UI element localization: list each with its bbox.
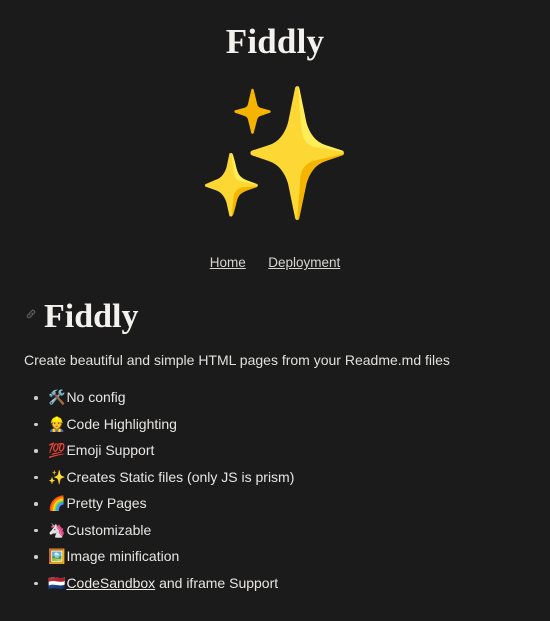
page-root: Fiddly ✨ Home Deployment Fiddly Create b… xyxy=(0,0,550,621)
site-nav: Home Deployment xyxy=(0,254,550,276)
list-item-label: Customizable xyxy=(66,521,152,538)
unicorn-emoji: 🦄 xyxy=(48,521,66,538)
list-item-label: Creates Static files (only JS is prism) xyxy=(66,468,295,485)
list-item: ✨ Creates Static files (only JS is prism… xyxy=(24,468,526,486)
list-item-label: Code Highlighting xyxy=(66,415,177,432)
list-item-suffix: and iframe Support xyxy=(155,574,279,591)
list-item: 👷 Code Highlighting xyxy=(24,415,526,433)
list-item-label: Emoji Support xyxy=(66,442,155,458)
site-header: Fiddly ✨ xyxy=(0,0,550,240)
feature-list: 🛠️ No config 👷 Code Highlighting 💯 Emoji… xyxy=(24,388,526,592)
netherlands-flag-emoji: 🇳🇱 xyxy=(48,574,66,591)
readme-content: Fiddly Create beautiful and simple HTML … xyxy=(0,276,550,592)
list-item: 🛠️ No config xyxy=(24,388,526,406)
list-item-label: Pretty Pages xyxy=(66,495,147,511)
list-item: 🖼️ Image minification xyxy=(24,547,526,565)
rainbow-emoji: 🌈 xyxy=(48,495,66,511)
list-item: 💯 Emoji Support xyxy=(24,441,526,459)
page-title: Fiddly xyxy=(44,298,139,335)
list-item: 🦄 Customizable xyxy=(24,521,526,539)
hundred-points-emoji: 💯 xyxy=(48,442,66,458)
heading-row: Fiddly xyxy=(24,298,526,336)
nav-link-home[interactable]: Home xyxy=(210,255,246,270)
list-item-label: CodeSandbox and iframe Support xyxy=(66,574,278,592)
list-item-label: Image minification xyxy=(66,548,180,564)
page-description: Create beautiful and simple HTML pages f… xyxy=(24,352,450,368)
nav-link-deployment[interactable]: Deployment xyxy=(268,255,340,270)
codesandbox-link[interactable]: CodeSandbox xyxy=(66,575,155,591)
sparkles-emoji: ✨ xyxy=(48,468,66,485)
hammer-and-wrench-emoji: 🛠️ xyxy=(48,389,66,405)
list-item-label: No config xyxy=(66,389,126,405)
list-item: 🇳🇱 CodeSandbox and iframe Support xyxy=(24,574,526,592)
site-title: Fiddly xyxy=(225,22,325,61)
construction-worker-emoji: 👷 xyxy=(48,415,66,432)
framed-picture-emoji: 🖼️ xyxy=(48,548,66,564)
list-item: 🌈 Pretty Pages xyxy=(24,494,526,512)
link-icon[interactable] xyxy=(24,307,38,321)
sparkles-emoji: ✨ xyxy=(195,83,355,226)
